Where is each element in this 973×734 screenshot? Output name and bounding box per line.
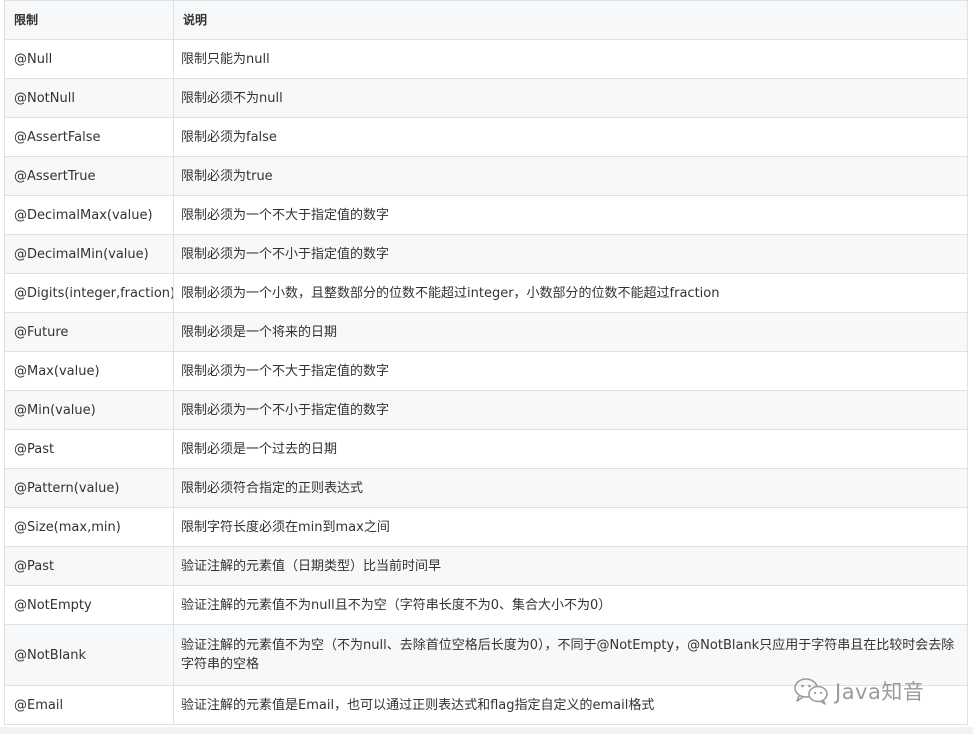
- cell-description: 限制必须为一个不小于指定值的数字: [173, 234, 968, 274]
- cell-description: 限制必须为true: [173, 156, 968, 196]
- table-row: @Past 限制必须是一个过去的日期: [4, 429, 968, 469]
- cell-constraint: @Past: [4, 546, 174, 586]
- cell-constraint: @Digits(integer,fraction): [4, 273, 174, 313]
- cell-description: 限制必须不为null: [173, 78, 968, 118]
- cell-constraint: @Size(max,min): [4, 507, 174, 547]
- table-row: @Past 验证注解的元素值（日期类型）比当前时间早: [4, 546, 968, 586]
- cell-constraint: @Email: [4, 685, 174, 725]
- cell-description: 限制必须是一个将来的日期: [173, 312, 968, 352]
- cell-constraint: @Null: [4, 39, 174, 79]
- table-row: @Max(value) 限制必须为一个不大于指定值的数字: [4, 351, 968, 391]
- table-row: @DecimalMin(value) 限制必须为一个不小于指定值的数字: [4, 234, 968, 274]
- cell-constraint: @DecimalMin(value): [4, 234, 174, 274]
- table-row: @NotNull 限制必须不为null: [4, 78, 968, 118]
- table-row: @Size(max,min) 限制字符长度必须在min到max之间: [4, 507, 968, 547]
- table-row: @DecimalMax(value) 限制必须为一个不大于指定值的数字: [4, 195, 968, 235]
- cell-description: 验证注解的元素值是Email，也可以通过正则表达式和flag指定自定义的emai…: [173, 685, 968, 725]
- table-row: @NotBlank 验证注解的元素值不为空（不为null、去除首位空格后长度为0…: [4, 624, 968, 686]
- cell-constraint: @AssertTrue: [4, 156, 174, 196]
- page: 限制 说明 @Null 限制只能为null @NotNull 限制必须不为nul…: [0, 0, 973, 734]
- cell-description: 限制必须为一个不小于指定值的数字: [173, 390, 968, 430]
- table-row: @Pattern(value) 限制必须符合指定的正则表达式: [4, 468, 968, 508]
- cell-constraint: @DecimalMax(value): [4, 195, 174, 235]
- cell-constraint: @Min(value): [4, 390, 174, 430]
- cell-description: 限制必须符合指定的正则表达式: [173, 468, 968, 508]
- cell-description: 验证注解的元素值（日期类型）比当前时间早: [173, 546, 968, 586]
- cell-description: 限制必须是一个过去的日期: [173, 429, 968, 469]
- cell-constraint: @NotBlank: [4, 624, 174, 686]
- cell-constraint: @NotEmpty: [4, 585, 174, 625]
- table-row: @AssertTrue 限制必须为true: [4, 156, 968, 196]
- cell-constraint: @Max(value): [4, 351, 174, 391]
- bottom-strip: [0, 727, 973, 734]
- cell-description: 限制必须为一个不大于指定值的数字: [173, 351, 968, 391]
- table-row: @Min(value) 限制必须为一个不小于指定值的数字: [4, 390, 968, 430]
- table-row: @NotEmpty 验证注解的元素值不为null且不为空（字符串长度不为0、集合…: [4, 585, 968, 625]
- table-row: @Future 限制必须是一个将来的日期: [4, 312, 968, 352]
- table-row: @AssertFalse 限制必须为false: [4, 117, 968, 157]
- cell-constraint: @Past: [4, 429, 174, 469]
- table-header-row: 限制 说明: [4, 0, 968, 40]
- cell-description: 限制必须为一个不大于指定值的数字: [173, 195, 968, 235]
- cell-constraint: @Future: [4, 312, 174, 352]
- table-row: @Email 验证注解的元素值是Email，也可以通过正则表达式和flag指定自…: [4, 685, 968, 725]
- cell-description: 验证注解的元素值不为null且不为空（字符串长度不为0、集合大小不为0）: [173, 585, 968, 625]
- cell-description: 限制字符长度必须在min到max之间: [173, 507, 968, 547]
- table-row: @Null 限制只能为null: [4, 39, 968, 79]
- constraints-table: 限制 说明 @Null 限制只能为null @NotNull 限制必须不为nul…: [4, 0, 968, 725]
- header-constraint: 限制: [4, 0, 174, 40]
- cell-constraint: @AssertFalse: [4, 117, 174, 157]
- cell-description: 限制必须为false: [173, 117, 968, 157]
- cell-description: 限制只能为null: [173, 39, 968, 79]
- header-description: 说明: [173, 0, 968, 40]
- cell-description: 验证注解的元素值不为空（不为null、去除首位空格后长度为0），不同于@NotE…: [173, 624, 968, 686]
- table-row: @Digits(integer,fraction) 限制必须为一个小数，且整数部…: [4, 273, 968, 313]
- cell-constraint: @NotNull: [4, 78, 174, 118]
- cell-constraint: @Pattern(value): [4, 468, 174, 508]
- cell-description: 限制必须为一个小数，且整数部分的位数不能超过integer，小数部分的位数不能超…: [173, 273, 968, 313]
